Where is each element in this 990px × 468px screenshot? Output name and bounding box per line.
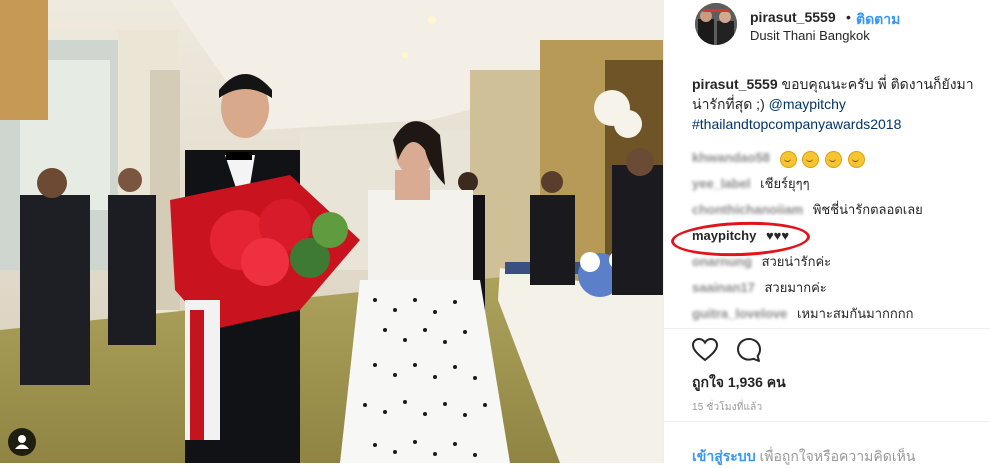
caption-hashtag[interactable]: #thailandtopcompanyawards2018 bbox=[692, 116, 901, 132]
comment-username[interactable]: khwandao58 bbox=[692, 150, 770, 165]
smiley-emoji-icon bbox=[779, 150, 797, 168]
comment-row: chonthichanoiiam พิชชี่น่ารักตลอดเลย bbox=[692, 200, 923, 220]
comment-username[interactable]: saainan17 bbox=[692, 280, 755, 295]
comment-username[interactable]: chonthichanoiiam bbox=[692, 202, 803, 217]
action-bar bbox=[664, 328, 990, 369]
comment-username[interactable]: guitra_lovelove bbox=[692, 306, 787, 321]
post-timestamp[interactable]: 15 ชั่วโมงที่แล้ว bbox=[692, 400, 762, 415]
smiley-emoji-icon bbox=[847, 150, 865, 168]
user-tag-icon bbox=[15, 435, 29, 449]
comment-row: khwandao58 bbox=[692, 148, 867, 168]
login-link[interactable]: เข้าสู่ระบบ bbox=[692, 448, 756, 464]
header-username[interactable]: pirasut_5559 bbox=[750, 9, 836, 25]
comment-username[interactable]: onarnung bbox=[692, 254, 752, 269]
comment-row: guitra_lovelove เหมาะสมกันมากกกก bbox=[692, 304, 913, 324]
comment-text: พิชชี่น่ารักตลอดเลย bbox=[812, 202, 923, 217]
avatar[interactable] bbox=[695, 3, 737, 45]
comment-emojis bbox=[779, 149, 867, 169]
avatar-image bbox=[695, 3, 737, 45]
comment-username[interactable]: yee_label bbox=[692, 176, 751, 191]
post-header: pirasut_5559 • ติดตาม Dusit Thani Bangko… bbox=[664, 0, 990, 62]
smiley-emoji-icon bbox=[802, 150, 820, 168]
user-tag-button[interactable] bbox=[8, 428, 36, 456]
login-bar: เข้าสู่ระบบ เพื่อถูกใจหรือความคิดเห็น bbox=[664, 421, 990, 464]
caption-mention[interactable]: @maypitchy bbox=[769, 96, 846, 112]
comment-row: yee_label เชียร์ยุๆๆ bbox=[692, 174, 810, 194]
instagram-post: pirasut_5559 • ติดตาม Dusit Thani Bangko… bbox=[0, 0, 990, 464]
comment-icon[interactable] bbox=[736, 337, 762, 363]
event-photo-illustration bbox=[0, 0, 663, 463]
caption-username[interactable]: pirasut_5559 bbox=[692, 76, 778, 92]
likes-count[interactable]: ถูกใจ 1,936 คน bbox=[692, 372, 786, 394]
comment-text: สวยมากค่ะ bbox=[764, 280, 827, 295]
login-prompt: เข้าสู่ระบบ เพื่อถูกใจหรือความคิดเห็น bbox=[692, 446, 915, 468]
comment-text: เหมาะสมกันมากกกก bbox=[797, 306, 914, 321]
comment-row: saainan17 สวยมากค่ะ bbox=[692, 278, 827, 298]
login-rest-text: เพื่อถูกใจหรือความคิดเห็น bbox=[759, 448, 916, 464]
header-separator: • bbox=[846, 9, 851, 25]
smiley-emoji-icon bbox=[824, 150, 842, 168]
post-photo[interactable] bbox=[0, 0, 663, 463]
comment-text: เชียร์ยุๆๆ bbox=[760, 176, 810, 191]
location-link[interactable]: Dusit Thani Bangkok bbox=[750, 28, 870, 43]
comments-list[interactable]: pirasut_5559 ขอบคุณนะครับ พี่ ติดงานก็ยั… bbox=[664, 62, 990, 326]
heart-icon[interactable] bbox=[692, 338, 718, 362]
comment-text: สวยน่ารักค่ะ bbox=[761, 254, 832, 269]
caption: pirasut_5559 ขอบคุณนะครับ พี่ ติดงานก็ยั… bbox=[692, 74, 982, 134]
